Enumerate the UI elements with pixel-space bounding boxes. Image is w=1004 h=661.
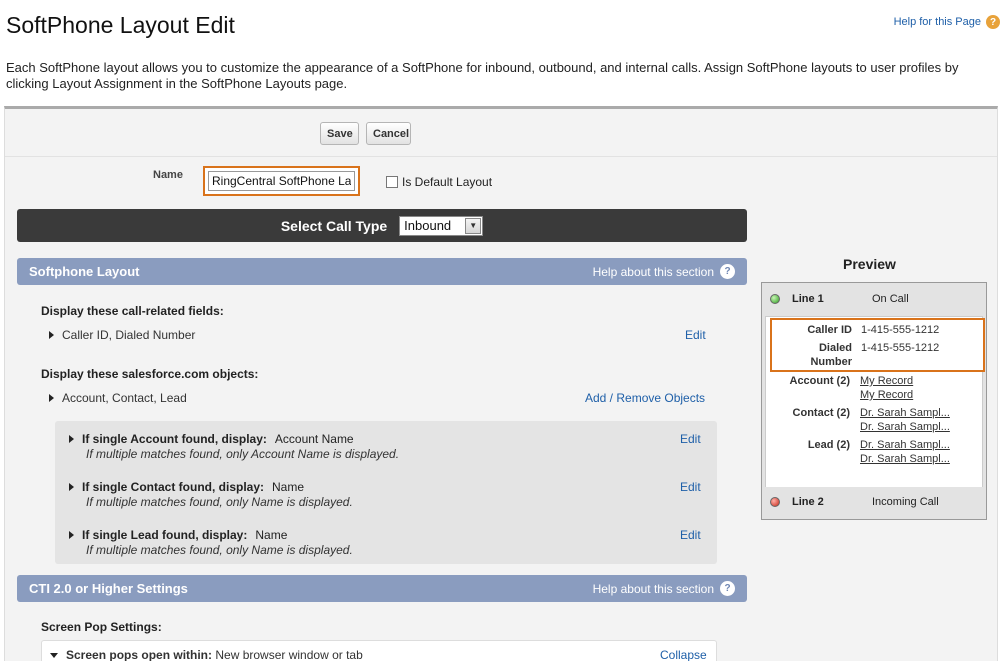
collapse-link[interactable]: Collapse <box>660 648 707 661</box>
add-remove-objects-link[interactable]: Add / Remove Objects <box>585 391 705 405</box>
default-layout-option[interactable]: Is Default Layout <box>386 175 492 189</box>
objects-heading: Display these salesforce.com objects: <box>41 367 259 381</box>
fields-value: Caller ID, Dialed Number <box>62 328 196 342</box>
rule-contact-edit-link[interactable]: Edit <box>680 480 701 494</box>
rule-contact: If single Contact found, display: Name If… <box>69 480 353 509</box>
line-1-row: Line 1 On Call <box>762 284 986 314</box>
objects-value: Account, Contact, Lead <box>62 391 187 405</box>
contact-label: Contact (2) <box>792 407 850 419</box>
softphone-preview: Line 1 On Call Caller ID 1-415-555-1212 … <box>761 282 987 520</box>
caller-id-label: Caller ID <box>807 324 852 336</box>
section-title: CTI 2.0 or Higher Settings <box>29 581 188 596</box>
collapse-triangle-icon[interactable] <box>50 652 58 658</box>
expand-triangle-icon[interactable] <box>69 531 74 539</box>
status-green-icon <box>770 294 780 304</box>
line-1-status: On Call <box>872 293 909 305</box>
fields-edit-link[interactable]: Edit <box>685 328 706 342</box>
screen-pop-heading: Screen Pop Settings: <box>41 620 162 634</box>
help-icon[interactable]: ? <box>986 15 1000 29</box>
caller-id-value: 1-415-555-1212 <box>861 324 940 336</box>
call-type-label: Select Call Type <box>280 217 388 234</box>
lead-link[interactable]: Dr. Sarah Sampl... <box>860 452 950 466</box>
objects-row[interactable]: Account, Contact, Lead <box>49 391 187 405</box>
screen-pop-box: Screen pops open within: New browser win… <box>41 640 717 661</box>
account-label: Account (2) <box>789 375 851 387</box>
save-button[interactable]: Save <box>320 122 359 145</box>
rule-value: Name <box>272 480 305 494</box>
screen-pop-value: New browser window or tab <box>215 648 363 661</box>
lead-label: Lead (2) <box>807 439 850 451</box>
rule-lead-edit-link[interactable]: Edit <box>680 528 701 542</box>
screen-pop-row[interactable]: Screen pops open within: New browser win… <box>50 648 363 661</box>
chevron-down-icon[interactable]: ▼ <box>465 217 482 234</box>
caller-info-highlight: Caller ID 1-415-555-1212 Dialed Number 1… <box>770 318 985 372</box>
rule-prefix: If single Lead found, display: <box>82 528 248 542</box>
call-type-selected: Inbound <box>404 218 452 233</box>
dialed-number-label-1: Dialed <box>818 342 852 354</box>
page-description: Each SoftPhone layout allows you to cust… <box>6 60 959 91</box>
dialed-number-value: 1-415-555-1212 <box>861 342 940 354</box>
softphone-layout-header: Softphone Layout Help about this section… <box>17 258 747 285</box>
expand-triangle-icon[interactable] <box>49 394 54 402</box>
rule-note: If multiple matches found, only Name is … <box>86 543 353 557</box>
rule-note: If multiple matches found, only Account … <box>86 447 400 461</box>
section-help[interactable]: Help about this section ? <box>593 264 735 279</box>
fields-row[interactable]: Caller ID, Dialed Number <box>49 328 195 342</box>
lead-link[interactable]: Dr. Sarah Sampl... <box>860 438 950 452</box>
help-icon[interactable]: ? <box>720 581 735 596</box>
section-help-label[interactable]: Help about this section <box>593 582 714 596</box>
section-help[interactable]: Help about this section ? <box>593 581 735 596</box>
status-red-icon <box>770 497 780 507</box>
preview-title: Preview <box>843 256 896 272</box>
expand-triangle-icon[interactable] <box>49 331 54 339</box>
rule-value: Name <box>255 528 288 542</box>
fields-heading: Display these call-related fields: <box>41 304 224 318</box>
rule-account: If single Account found, display: Account… <box>69 432 399 461</box>
help-for-page-link[interactable]: Help for this Page <box>894 16 981 28</box>
line-2-status: Incoming Call <box>872 496 939 508</box>
screen-pop-label: Screen pops open within: <box>66 648 213 661</box>
call-type-bar: Select Call Type Inbound ▼ <box>17 209 747 242</box>
line-2-name: Line 2 <box>792 496 824 508</box>
button-bar: Save Cancel <box>5 109 997 157</box>
rule-value: Account Name <box>274 432 354 446</box>
call-type-select[interactable]: Inbound ▼ <box>399 215 484 236</box>
cti-settings-header: CTI 2.0 or Higher Settings Help about th… <box>17 575 747 602</box>
contact-link[interactable]: Dr. Sarah Sampl... <box>860 420 950 434</box>
object-rules-box: If single Account found, display: Account… <box>55 421 717 564</box>
name-highlight <box>203 166 360 196</box>
section-title: Softphone Layout <box>29 264 140 279</box>
page-title: SoftPhone Layout Edit <box>6 12 235 38</box>
line-1-name: Line 1 <box>792 293 824 305</box>
rule-note: If multiple matches found, only Name is … <box>86 495 353 509</box>
name-label: Name <box>153 169 183 181</box>
contact-link[interactable]: Dr. Sarah Sampl... <box>860 406 950 420</box>
default-layout-checkbox[interactable] <box>386 176 398 188</box>
name-input[interactable] <box>208 171 355 191</box>
section-help-label[interactable]: Help about this section <box>593 265 714 279</box>
account-link[interactable]: My Record <box>860 388 913 402</box>
cancel-button[interactable]: Cancel <box>366 122 411 145</box>
dialed-number-label-2: Number <box>810 356 852 368</box>
help-for-page[interactable]: Help for this Page ? <box>894 15 1000 29</box>
rule-prefix: If single Account found, display: <box>82 432 267 446</box>
expand-triangle-icon[interactable] <box>69 483 74 491</box>
help-icon[interactable]: ? <box>720 264 735 279</box>
rule-prefix: If single Contact found, display: <box>82 480 265 494</box>
expand-triangle-icon[interactable] <box>69 435 74 443</box>
rule-account-edit-link[interactable]: Edit <box>680 432 701 446</box>
rule-lead: If single Lead found, display: Name If mu… <box>69 528 353 557</box>
default-layout-label: Is Default Layout <box>402 175 493 189</box>
line-2-row: Line 2 Incoming Call <box>762 487 986 517</box>
account-link[interactable]: My Record <box>860 374 913 388</box>
